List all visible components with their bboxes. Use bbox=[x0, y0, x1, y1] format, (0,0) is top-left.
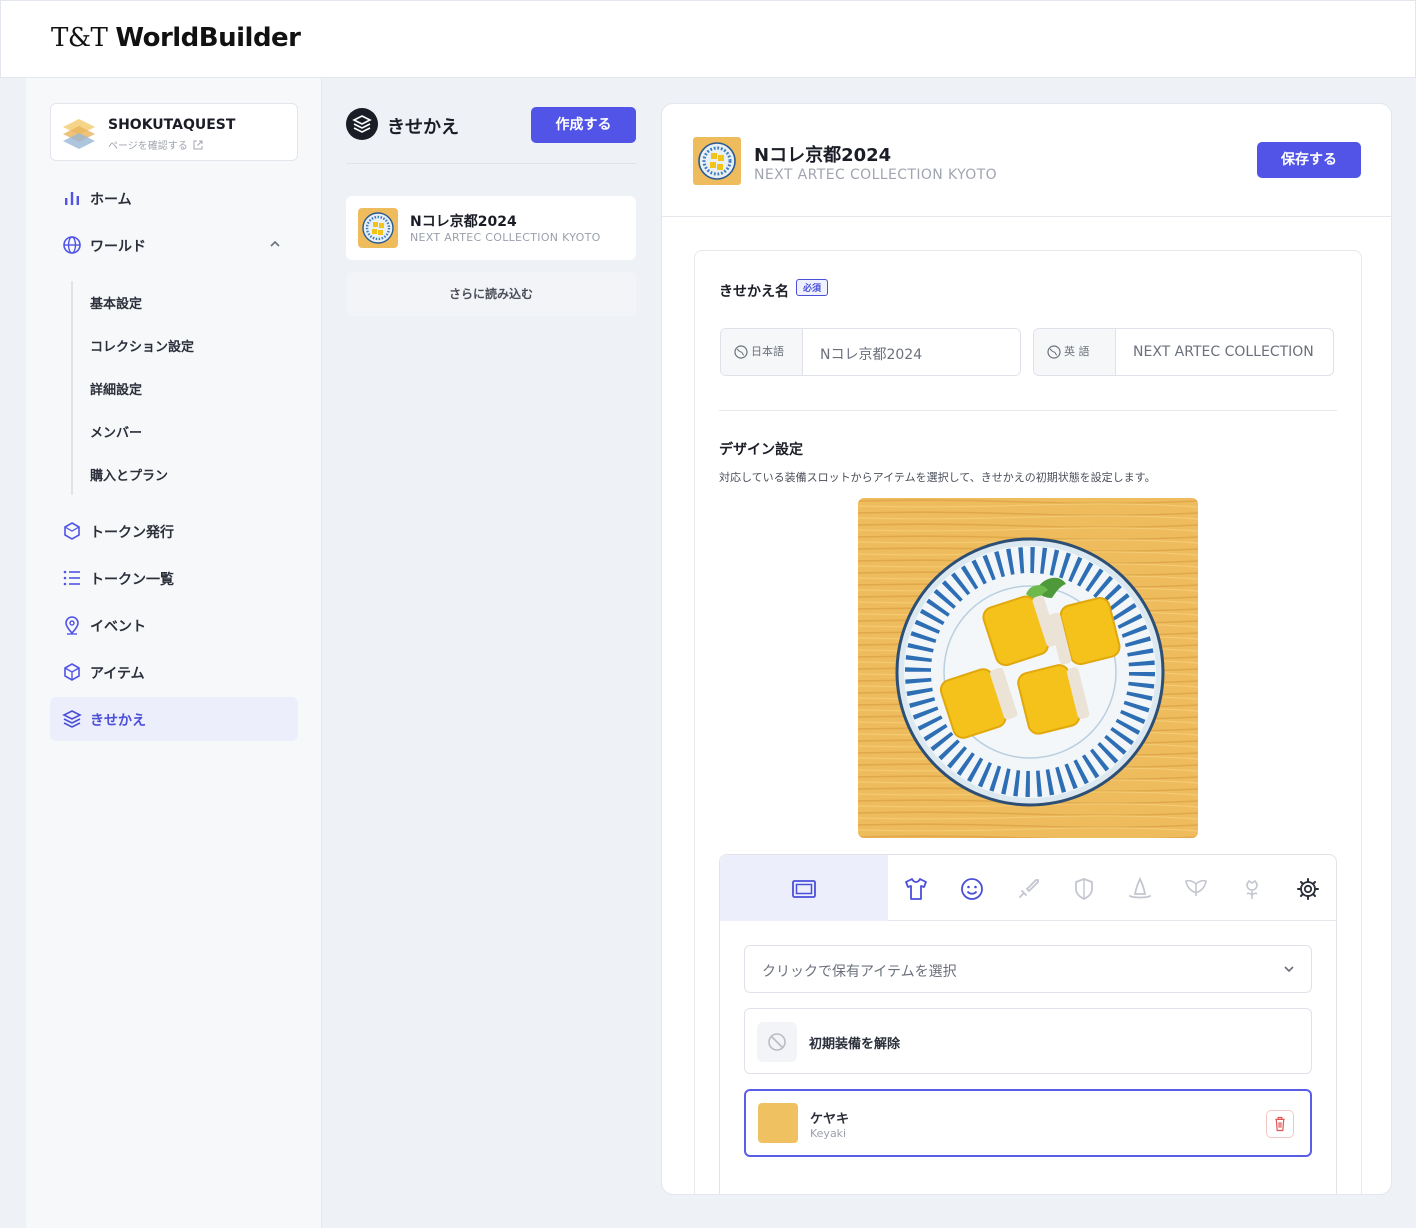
globe-icon bbox=[63, 236, 81, 254]
external-link-icon bbox=[193, 140, 203, 150]
frame-icon[interactable] bbox=[791, 876, 817, 902]
chevron-down-icon bbox=[1284, 966, 1294, 973]
kisekae-form: きせかえ名 必須 日本語 Nコレ京都2024 英 語 NEXT ARTEC CO… bbox=[694, 250, 1362, 1194]
face-icon[interactable] bbox=[959, 876, 985, 902]
map-pin-icon bbox=[65, 616, 79, 635]
section-divider bbox=[719, 410, 1337, 411]
world-subnav-line bbox=[71, 281, 73, 495]
sidebar-item-item[interactable]: アイテム bbox=[50, 650, 298, 694]
item-subname: Keyaki bbox=[810, 1127, 847, 1140]
project-name: SHOKUTAQUEST bbox=[108, 117, 236, 133]
panel-subtitle: NEXT ARTEC COLLECTION KYOTO bbox=[754, 167, 998, 183]
slot-tab-bar bbox=[720, 855, 1336, 921]
design-section-description: 対応している装備スロットからアイテムを選択して、きせかえの初期状態を設定します。 bbox=[719, 471, 1156, 484]
layers-icon bbox=[62, 710, 82, 728]
design-section-title: デザイン設定 bbox=[719, 442, 803, 458]
subnav-basic-settings[interactable]: 基本設定 bbox=[90, 293, 142, 312]
name-label: きせかえ名 bbox=[719, 284, 789, 300]
create-button[interactable]: 作成する bbox=[531, 107, 636, 143]
owned-item-select[interactable]: クリックで保有アイテムを選択 bbox=[744, 945, 1312, 993]
sidebar: SHOKUTAQUEST ページを確認する ホーム ワールド 基本設定 コレクシ… bbox=[26, 78, 322, 1228]
sidebar-item-home[interactable]: ホーム bbox=[50, 176, 298, 220]
item-color-swatch bbox=[758, 1103, 798, 1143]
trash-icon[interactable] bbox=[1266, 1110, 1294, 1138]
list-icon bbox=[63, 570, 80, 586]
item-name: ケヤキ bbox=[810, 1112, 850, 1127]
gear-icon[interactable] bbox=[1295, 876, 1321, 902]
sidebar-item-event[interactable]: イベント bbox=[50, 603, 298, 647]
clear-default-equipment-option[interactable]: 初期装備を解除 bbox=[744, 1008, 1312, 1074]
required-badge: 必須 bbox=[796, 279, 829, 296]
selected-item-option[interactable]: ケヤキ Keyaki bbox=[744, 1089, 1312, 1157]
project-view-link[interactable]: ページを確認する bbox=[108, 137, 203, 152]
subnav-members[interactable]: メンバー bbox=[90, 422, 142, 441]
list-header: きせかえ 作成する bbox=[346, 104, 636, 164]
sidebar-item-token-list[interactable]: トークン一覧 bbox=[50, 556, 298, 600]
project-thumbnail-icon bbox=[63, 119, 95, 149]
box-icon bbox=[64, 663, 80, 681]
name-input-ja[interactable]: 日本語 Nコレ京都2024 bbox=[720, 328, 1021, 376]
sidebar-item-kisekae[interactable]: きせかえ bbox=[50, 697, 298, 741]
list-title: きせかえ bbox=[387, 117, 459, 138]
globe-icon bbox=[1047, 345, 1061, 359]
kisekae-preview-image bbox=[858, 498, 1198, 838]
shield-icon[interactable] bbox=[1071, 876, 1097, 902]
kisekae-list-item[interactable]: Nコレ京都2024 NEXT ARTEC COLLECTION KYOTO bbox=[346, 196, 636, 260]
panel-header: Nコレ京都2024 NEXT ARTEC COLLECTION KYOTO 保存… bbox=[662, 104, 1391, 217]
top-bar: T&T WorldBuilder bbox=[0, 0, 1416, 78]
layers-icon bbox=[346, 108, 378, 140]
plate-thumbnail-icon bbox=[693, 137, 741, 185]
flower-icon[interactable] bbox=[1239, 876, 1265, 902]
shirt-icon[interactable] bbox=[903, 876, 929, 902]
hat-icon[interactable] bbox=[1127, 876, 1153, 902]
ban-icon-box bbox=[757, 1022, 797, 1062]
app-logo[interactable]: T&T WorldBuilder bbox=[51, 23, 301, 53]
chevron-up-icon[interactable] bbox=[268, 237, 282, 251]
project-card[interactable]: SHOKUTAQUEST ページを確認する bbox=[50, 103, 298, 161]
plate-thumbnail-icon bbox=[358, 208, 398, 248]
ban-icon bbox=[768, 1033, 786, 1051]
hexagon-icon bbox=[64, 522, 80, 540]
subnav-purchase-plan[interactable]: 購入とプラン bbox=[90, 465, 168, 484]
sidebar-item-token-issue[interactable]: トークン発行 bbox=[50, 509, 298, 553]
bar-chart-icon bbox=[65, 192, 79, 205]
lang-tag-en: 英 語 bbox=[1034, 329, 1116, 375]
name-input-en[interactable]: 英 語 NEXT ARTEC COLLECTION bbox=[1033, 328, 1334, 376]
load-more-button[interactable]: さらに読み込む bbox=[346, 272, 636, 316]
panel-title: Nコレ京都2024 bbox=[754, 145, 892, 166]
equipment-slot-panel: クリックで保有アイテムを選択 初期装備を解除 ケヤキ Keyaki bbox=[719, 854, 1337, 1194]
globe-icon bbox=[734, 345, 748, 359]
sidebar-item-world[interactable]: ワールド bbox=[50, 223, 298, 267]
subnav-detail-settings[interactable]: 詳細設定 bbox=[90, 379, 142, 398]
save-button[interactable]: 保存する bbox=[1257, 142, 1361, 178]
wings-icon[interactable] bbox=[1183, 876, 1209, 902]
subnav-collection-settings[interactable]: コレクション設定 bbox=[90, 336, 194, 355]
sword-icon[interactable] bbox=[1015, 876, 1041, 902]
kisekae-edit-panel: Nコレ京都2024 NEXT ARTEC COLLECTION KYOTO 保存… bbox=[661, 103, 1392, 1195]
lang-tag-ja: 日本語 bbox=[721, 329, 803, 375]
